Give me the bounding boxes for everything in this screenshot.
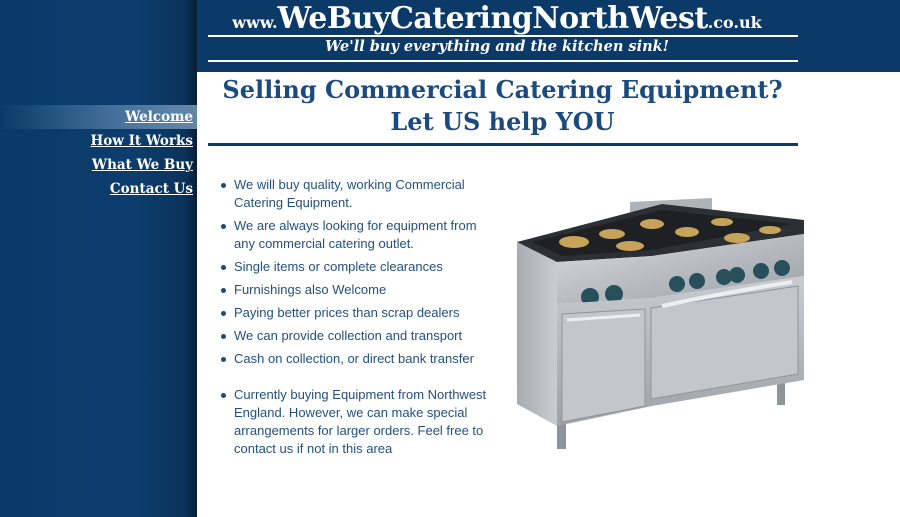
list-item: We will buy quality, working Commercial … — [217, 176, 492, 212]
left-sidebar — [0, 0, 197, 517]
feature-list: We will buy quality, working Commercial … — [217, 176, 492, 463]
nav-item-welcome[interactable]: Welcome — [91, 106, 197, 130]
list-item: We can provide collection and transport — [217, 327, 492, 345]
nav-item-contact-us[interactable]: Contact Us — [91, 178, 197, 202]
commercial-gas-range-icon — [517, 198, 804, 449]
logo-name: WeBuyCateringNorthWest — [277, 1, 709, 36]
site-logo[interactable]: www.WeBuyCateringNorthWest.co.uk — [197, 0, 797, 34]
main-nav: Welcome How It Works What We Buy Contact… — [91, 106, 197, 202]
list-item: Currently buying Equipment from Northwes… — [217, 386, 492, 458]
list-item: Cash on collection, or direct bank trans… — [217, 350, 492, 368]
logo-prefix: www. — [232, 13, 278, 32]
logo-divider-top — [208, 35, 798, 37]
main-content: Selling Commercial Catering Equipment? L… — [197, 72, 900, 517]
logo-divider-bottom — [208, 60, 798, 62]
page-title-line2: Let US help YOU — [390, 107, 615, 136]
nav-item-how-it-works[interactable]: How It Works — [91, 130, 197, 154]
list-item: Paying better prices than scrap dealers — [217, 304, 492, 322]
logo-suffix: .co.uk — [707, 13, 762, 32]
list-item: Single items or complete clearances — [217, 258, 492, 276]
site-header: www.WeBuyCateringNorthWest.co.uk We'll b… — [197, 0, 900, 72]
list-item: Furnishings also Welcome — [217, 281, 492, 299]
page-title-line1: Selling Commercial Catering Equipment? — [222, 75, 783, 104]
headline-divider — [208, 143, 798, 146]
list-item: We are always looking for equipment from… — [217, 217, 492, 253]
sidebar-shadow — [185, 0, 197, 517]
page-title: Selling Commercial Catering Equipment? L… — [197, 74, 808, 138]
site-tagline: We'll buy everything and the kitchen sin… — [324, 38, 670, 55]
nav-item-what-we-buy[interactable]: What We Buy — [91, 154, 197, 178]
